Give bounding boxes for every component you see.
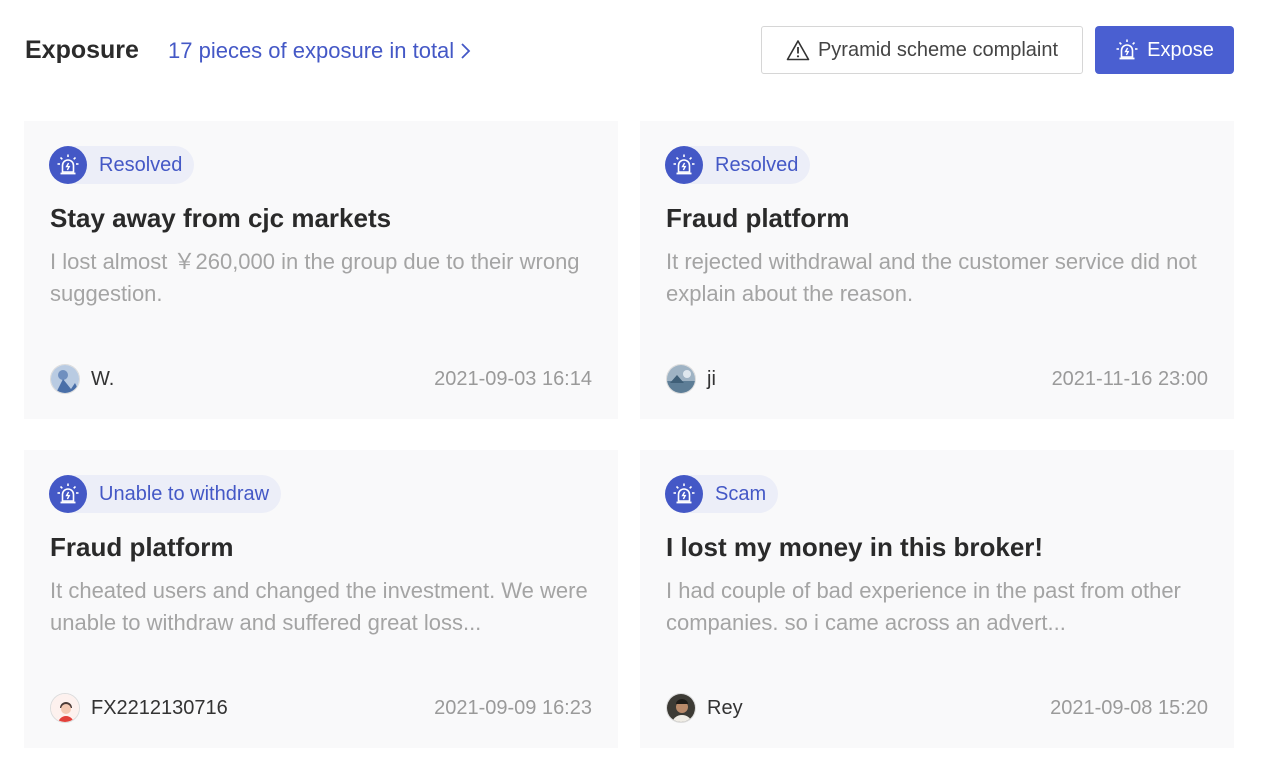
- avatar: [666, 364, 696, 394]
- status-tag: Unable to withdraw: [49, 474, 282, 514]
- total-exposure-link[interactable]: 17 pieces of exposure in total: [168, 38, 472, 64]
- author-name: FX2212130716: [91, 696, 228, 719]
- author-name: ji: [707, 367, 716, 390]
- expose-button[interactable]: Expose: [1095, 26, 1234, 74]
- avatar: [50, 693, 80, 723]
- exposure-card[interactable]: Unable to withdraw Fraud platform It che…: [24, 450, 618, 748]
- status-tag: Resolved: [49, 145, 195, 185]
- card-footer: W. 2021-09-03 16:14: [50, 363, 592, 395]
- exposure-header: Exposure 17 pieces of exposure in total …: [0, 0, 1269, 104]
- card-description: I had couple of bad experience in the pa…: [666, 578, 1181, 635]
- complaint-button-label: Pyramid scheme complaint: [817, 38, 1059, 61]
- alarm-siren-icon: [665, 146, 703, 184]
- alarm-siren-icon: [665, 475, 703, 513]
- avatar: [666, 693, 696, 723]
- card-title: Fraud platform: [666, 203, 850, 233]
- expose-button-label: Expose: [1147, 38, 1214, 61]
- card-footer: ji 2021-11-16 23:00: [666, 363, 1208, 395]
- card-title: Stay away from cjc markets: [50, 203, 392, 233]
- card-footer: FX2212130716 2021-09-09 16:23: [50, 692, 592, 724]
- alarm-siren-icon: [49, 475, 87, 513]
- card-title: I lost my money in this broker!: [666, 532, 1044, 562]
- status-tag-label: Resolved: [689, 146, 811, 184]
- post-date: 2021-11-16 23:00: [1051, 367, 1208, 390]
- author-name: W.: [91, 367, 115, 390]
- warning-triangle-icon: [786, 40, 810, 61]
- exposure-card[interactable]: Scam I lost my money in this broker! I h…: [640, 450, 1234, 748]
- card-footer: Rey 2021-09-08 15:20: [666, 692, 1208, 724]
- page-title: Exposure: [25, 36, 139, 64]
- post-date: 2021-09-09 16:23: [434, 696, 592, 719]
- avatar: [50, 364, 80, 394]
- chevron-right-icon: [461, 43, 471, 59]
- alarm-siren-icon: [1116, 39, 1138, 60]
- exposure-card[interactable]: Resolved Stay away from cjc markets I lo…: [24, 121, 618, 419]
- author-name: Rey: [707, 696, 743, 719]
- status-tag-label: Resolved: [73, 146, 195, 184]
- card-description: It rejected withdrawal and the customer …: [666, 249, 1197, 306]
- status-tag-label: Unable to withdraw: [73, 475, 282, 513]
- exposure-card[interactable]: Resolved Fraud platform It rejected with…: [640, 121, 1234, 419]
- status-tag: Resolved: [665, 145, 811, 185]
- post-date: 2021-09-08 15:20: [1050, 696, 1208, 719]
- post-date: 2021-09-03 16:14: [434, 367, 592, 390]
- status-tag: Scam: [665, 474, 779, 514]
- card-description: It cheated users and changed the investm…: [50, 578, 588, 635]
- alarm-siren-icon: [49, 146, 87, 184]
- card-title: Fraud platform: [50, 532, 234, 562]
- total-exposure-label: 17 pieces of exposure in total: [168, 38, 455, 63]
- pyramid-scheme-complaint-button[interactable]: Pyramid scheme complaint: [761, 26, 1083, 74]
- card-description: I lost almost ￥260,000 in the group due …: [50, 249, 580, 306]
